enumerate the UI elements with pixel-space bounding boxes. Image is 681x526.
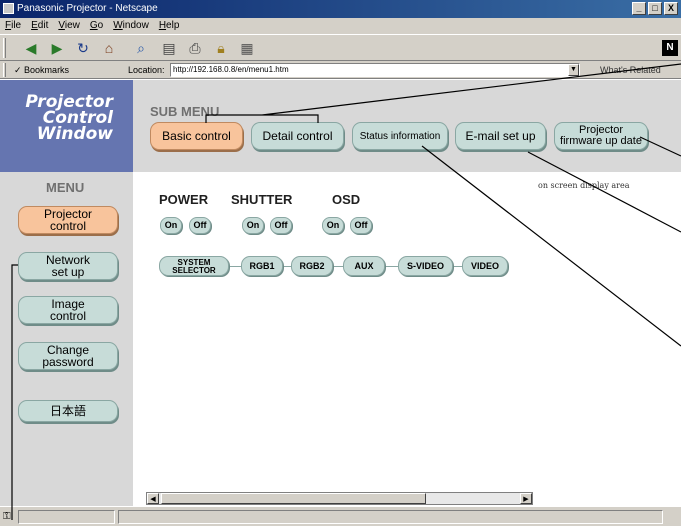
menu-bar: File Edit View Go Window Help <box>0 18 681 34</box>
stop-icon[interactable]: ▦ <box>238 39 256 57</box>
tab-projector-firmware-update[interactable]: Projector firmware up date <box>554 122 648 150</box>
shutter-on-button[interactable]: On <box>242 217 264 234</box>
projector-control-window-logo: Projector Control Window <box>25 92 113 144</box>
osd-area-note: on screen display area <box>538 181 630 190</box>
url-input[interactable]: http://192.168.0.8/en/menu1.htm <box>170 63 580 77</box>
sidebar-item-japanese[interactable]: 日本語 <box>18 400 118 422</box>
location-label: Location: <box>128 65 165 75</box>
sidebar-item-image-control[interactable]: Image control <box>18 296 118 324</box>
tab-email-set-up[interactable]: E-mail set up <box>455 122 546 150</box>
toolbar-grip[interactable] <box>3 38 6 58</box>
power-label: POWER <box>159 192 209 207</box>
search-icon[interactable]: ⌕ <box>132 39 150 57</box>
status-progress-cell <box>18 510 115 524</box>
menu-edit[interactable]: Edit <box>31 18 48 34</box>
print-icon[interactable]: ⎙ <box>186 39 204 57</box>
input-video-button[interactable]: VIDEO <box>462 256 508 276</box>
reload-icon[interactable]: ↻ <box>74 39 92 57</box>
tab-status-information[interactable]: Status information <box>352 122 448 150</box>
shutter-label: SHUTTER <box>231 192 293 207</box>
power-on-button[interactable]: On <box>160 217 182 234</box>
menu-window[interactable]: Window <box>113 18 149 34</box>
bookmarks-button[interactable]: ✓ Bookmarks <box>14 61 69 79</box>
horizontal-scrollbar[interactable]: ◀ ▶ <box>146 492 533 505</box>
security-icon[interactable]: 🔒︎ <box>212 39 230 57</box>
power-off-button[interactable]: Off <box>189 217 211 234</box>
location-grip[interactable] <box>3 63 6 77</box>
input-rgb1-button[interactable]: RGB1 <box>241 256 283 276</box>
osd-label: OSD <box>332 192 361 207</box>
location-bar: ✓ Bookmarks Location: http://192.168.0.8… <box>0 61 681 79</box>
my-netscape-icon[interactable]: ▤ <box>160 39 178 57</box>
menu-title: MENU <box>46 180 85 195</box>
logo-panel: Projector Control Window <box>0 80 133 172</box>
input-selector-row: SYSTEM SELECTOR RGB1 RGB2 AUX S-VIDEO VI… <box>157 256 517 278</box>
whats-related-button[interactable]: What's Related <box>600 61 661 79</box>
menu-view[interactable]: View <box>58 18 80 34</box>
scroll-right-icon[interactable]: ▶ <box>520 493 532 504</box>
menu-help[interactable]: Help <box>159 18 180 34</box>
sidebar-item-projector-control[interactable]: Projector control <box>18 206 118 234</box>
netscape-logo-icon: N <box>662 40 678 56</box>
bookmarks-label: Bookmarks <box>24 65 70 75</box>
back-icon[interactable]: ◀ <box>22 39 40 57</box>
menu-file[interactable]: File <box>5 18 21 34</box>
netscape-app-icon <box>3 3 14 14</box>
input-aux-button[interactable]: AUX <box>343 256 385 276</box>
submenu-title: SUB MENU <box>150 104 220 119</box>
window-title: Panasonic Projector - Netscape <box>17 3 158 14</box>
navigation-toolbar: ◀ ▶ ↻ ⌂ ⌕ ▤ ⎙ 🔒︎ ▦ N <box>0 34 681 61</box>
page-content: Projector Control Window SUB MENU Basic … <box>0 80 681 506</box>
status-bar: ⚿ <box>0 506 681 526</box>
close-button[interactable]: X <box>664 2 678 15</box>
input-svideo-button[interactable]: S-VIDEO <box>398 256 453 276</box>
tab-detail-control[interactable]: Detail control <box>251 122 344 150</box>
url-dropdown-icon[interactable]: ▼ <box>568 64 579 76</box>
osd-on-button[interactable]: On <box>322 217 344 234</box>
osd-off-button[interactable]: Off <box>350 217 372 234</box>
input-rgb2-button[interactable]: RGB2 <box>291 256 333 276</box>
shutter-off-button[interactable]: Off <box>270 217 292 234</box>
tab-basic-control[interactable]: Basic control <box>150 122 243 150</box>
scroll-left-icon[interactable]: ◀ <box>147 493 159 504</box>
scroll-thumb[interactable] <box>161 493 426 504</box>
system-selector-button[interactable]: SYSTEM SELECTOR <box>159 256 229 276</box>
menu-go[interactable]: Go <box>90 18 103 34</box>
sidebar-item-change-password[interactable]: Change password <box>18 342 118 370</box>
minimize-button[interactable]: _ <box>632 2 646 15</box>
connection-status-icon: ⚿ <box>3 511 11 522</box>
home-icon[interactable]: ⌂ <box>100 39 118 57</box>
sidebar-item-network-set-up[interactable]: Network set up <box>18 252 118 280</box>
status-message-cell <box>118 510 663 524</box>
window-title-bar: Panasonic Projector - Netscape _ □ X <box>0 0 681 18</box>
maximize-button[interactable]: □ <box>648 2 662 15</box>
forward-icon[interactable]: ▶ <box>48 39 66 57</box>
bookmark-icon: ✓ <box>14 65 25 75</box>
